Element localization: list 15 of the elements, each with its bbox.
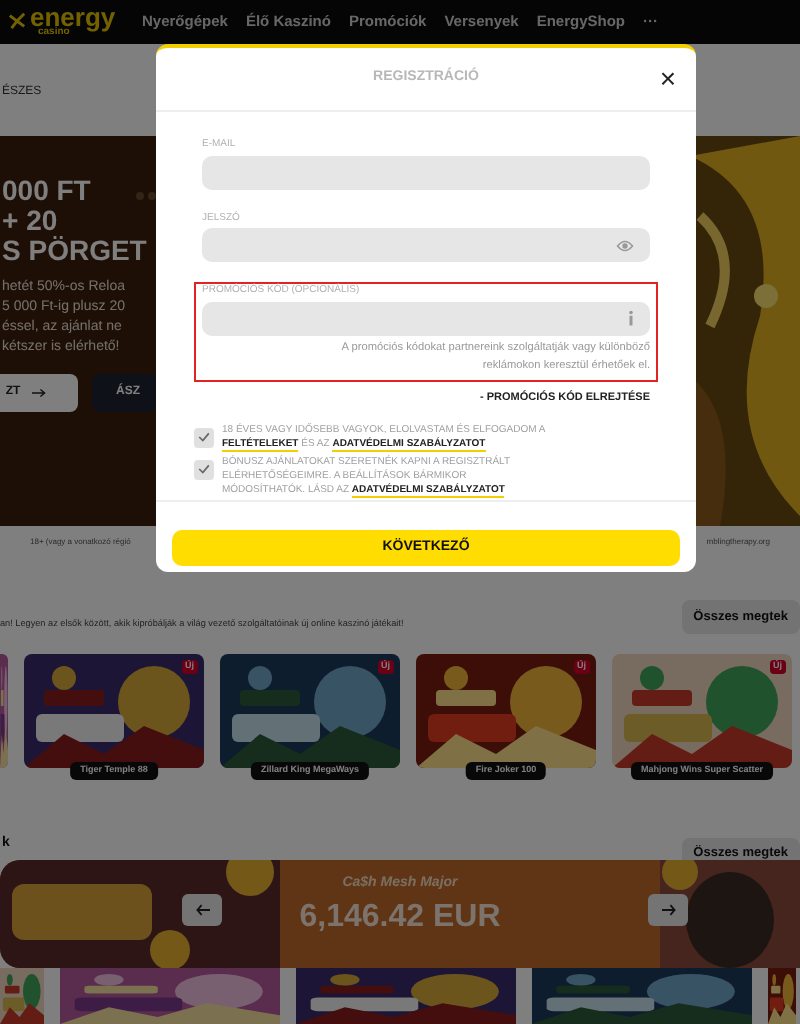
close-button[interactable]: × <box>659 64 676 92</box>
check-icon <box>198 432 210 443</box>
input-field[interactable] <box>202 155 650 189</box>
checkbox[interactable] <box>194 427 214 448</box>
logo-text[interactable]: energy <box>30 7 116 29</box>
hero-title-line: S PÖRGET <box>2 236 147 266</box>
check-icon <box>198 464 210 475</box>
checkbox[interactable] <box>194 459 214 480</box>
arrow-icon <box>32 388 47 398</box>
input-field[interactable] <box>202 301 650 335</box>
hero-title-line: + 20 <box>2 206 58 236</box>
info-icon[interactable] <box>628 310 634 326</box>
input-field[interactable] <box>202 228 650 262</box>
eye-icon[interactable] <box>616 239 634 251</box>
hero-title-line: 000 FT <box>2 176 91 206</box>
